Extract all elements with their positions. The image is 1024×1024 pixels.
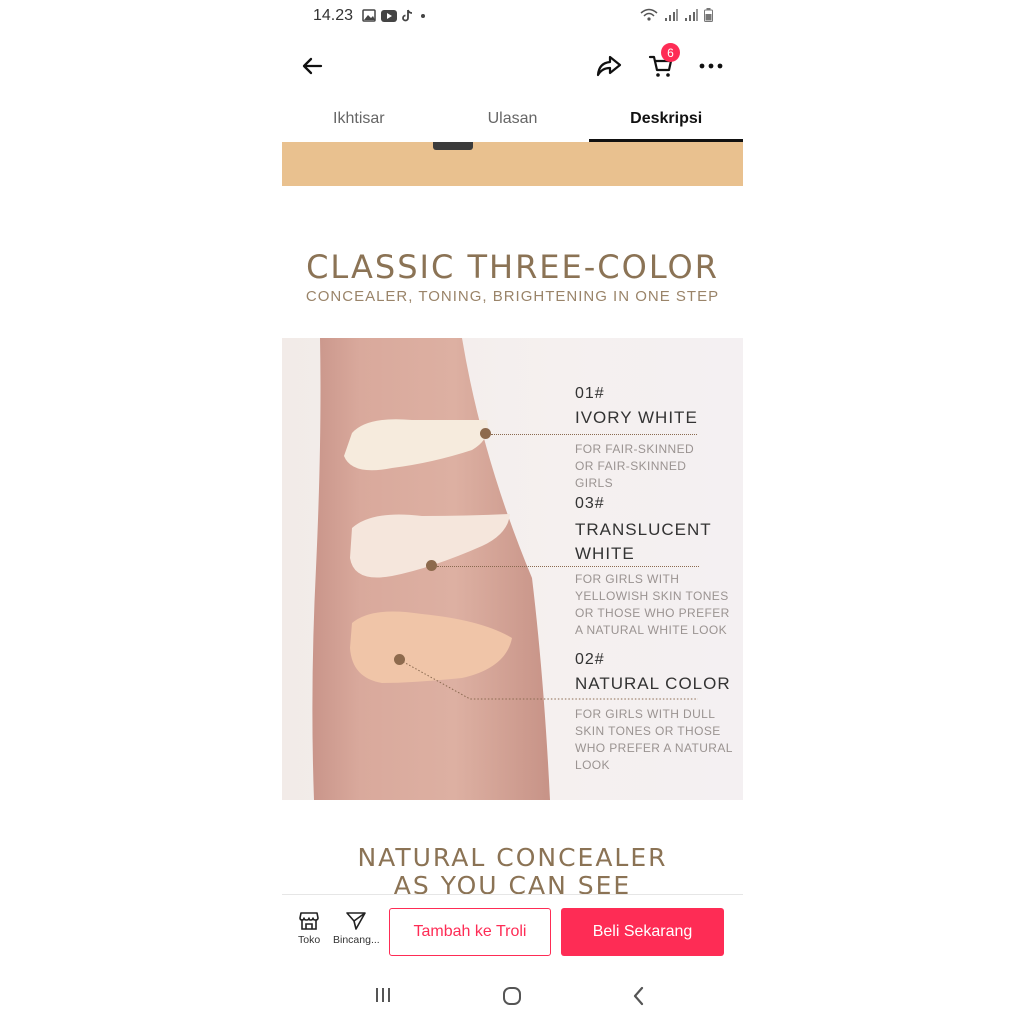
wifi-icon <box>640 8 658 21</box>
shop-button[interactable]: Toko <box>298 911 320 946</box>
signal-2-icon <box>685 9 698 21</box>
natural-concealer-heading-line1: NATURAL CONCEALER <box>357 843 668 872</box>
more-options-button[interactable] <box>696 52 726 80</box>
shade-01-name: IVORY WHITE <box>575 408 698 427</box>
arm-illustration <box>312 338 550 800</box>
status-time: 14.23 <box>313 7 354 24</box>
arrow-left-icon <box>302 57 323 75</box>
nav-back-button[interactable] <box>632 986 646 1006</box>
section-subheading: CONCEALER, TONING, BRIGHTENING IN ONE ST… <box>305 288 720 305</box>
shade-swatch-image: 01# IVORY WHITE FOR FAIR-SKINNED OR FAIR… <box>282 338 743 800</box>
shade-03-code: 03# <box>575 495 605 512</box>
natural-concealer-heading: NATURAL CONCEALER AS YOU CAN SEE <box>282 844 743 900</box>
section-heading: CLASSIC THREE-COLOR <box>306 248 719 286</box>
product-bottle-edge <box>433 142 473 150</box>
tab-reviews[interactable]: Ulasan <box>436 102 590 142</box>
shade-01-code: 01# <box>575 385 605 402</box>
tab-description[interactable]: Deskripsi <box>589 102 743 142</box>
shade-02-desc: FOR GIRLS WITH DULL SKIN TONES OR THOSE … <box>575 707 733 772</box>
app-bar: 6 <box>282 40 743 92</box>
gallery-icon <box>362 9 376 22</box>
shade-03-name: TRANSLUCENT WHITE <box>575 520 712 563</box>
shade-03-pin <box>426 560 437 571</box>
share-icon <box>596 55 622 77</box>
signal-icon <box>665 9 678 21</box>
cart-count-badge: 6 <box>661 43 680 62</box>
chat-button[interactable]: Bincang... <box>333 911 380 946</box>
tiktok-icon <box>402 9 413 22</box>
home-icon <box>503 987 521 1005</box>
section-tabs: Ikhtisar Ulasan Deskripsi <box>282 102 743 142</box>
battery-icon <box>704 8 713 22</box>
add-to-cart-button[interactable]: Tambah ke Troli <box>389 908 551 956</box>
shop-label: Toko <box>298 934 321 946</box>
more-icon <box>699 63 723 69</box>
shade-02-name: NATURAL COLOR <box>575 674 731 693</box>
shade-01-line <box>491 434 697 435</box>
dot-icon <box>421 13 425 18</box>
bottom-action-bar: Toko Bincang... Tambah ke Troli Beli Sek… <box>282 894 743 971</box>
back-button[interactable] <box>298 52 326 80</box>
status-notification-icons <box>362 9 427 22</box>
cart-button[interactable]: 6 <box>646 43 680 81</box>
tab-overview[interactable]: Ikhtisar <box>282 102 436 142</box>
status-system-icons <box>640 8 713 22</box>
send-icon <box>346 912 367 930</box>
share-button[interactable] <box>594 51 624 81</box>
recent-apps-button[interactable] <box>373 986 393 1004</box>
shade-01-desc: FOR FAIR-SKINNED OR FAIR-SKINNED GIRLS <box>575 442 695 490</box>
chat-label: Bincang... <box>333 934 380 946</box>
phone-screen: 14.23 6 Ikhtisar Ulasan Deskripsi CLASSI… <box>282 0 743 1024</box>
recent-apps-icon <box>376 988 390 1002</box>
buy-now-button[interactable]: Beli Sekarang <box>561 908 724 956</box>
shade-01-pin <box>480 428 491 439</box>
product-image-fragment <box>282 142 743 186</box>
chevron-left-icon <box>633 986 644 1006</box>
shade-03-desc: FOR GIRLS WITH YELLOWISH SKIN TONES OR T… <box>575 572 730 637</box>
shade-02-code: 02# <box>575 651 605 668</box>
home-button[interactable] <box>502 986 522 1006</box>
system-nav-bar <box>282 970 743 1024</box>
shade-03-line <box>437 566 699 567</box>
status-bar: 14.23 <box>282 0 743 34</box>
youtube-icon <box>381 9 397 22</box>
shop-icon <box>299 912 319 930</box>
